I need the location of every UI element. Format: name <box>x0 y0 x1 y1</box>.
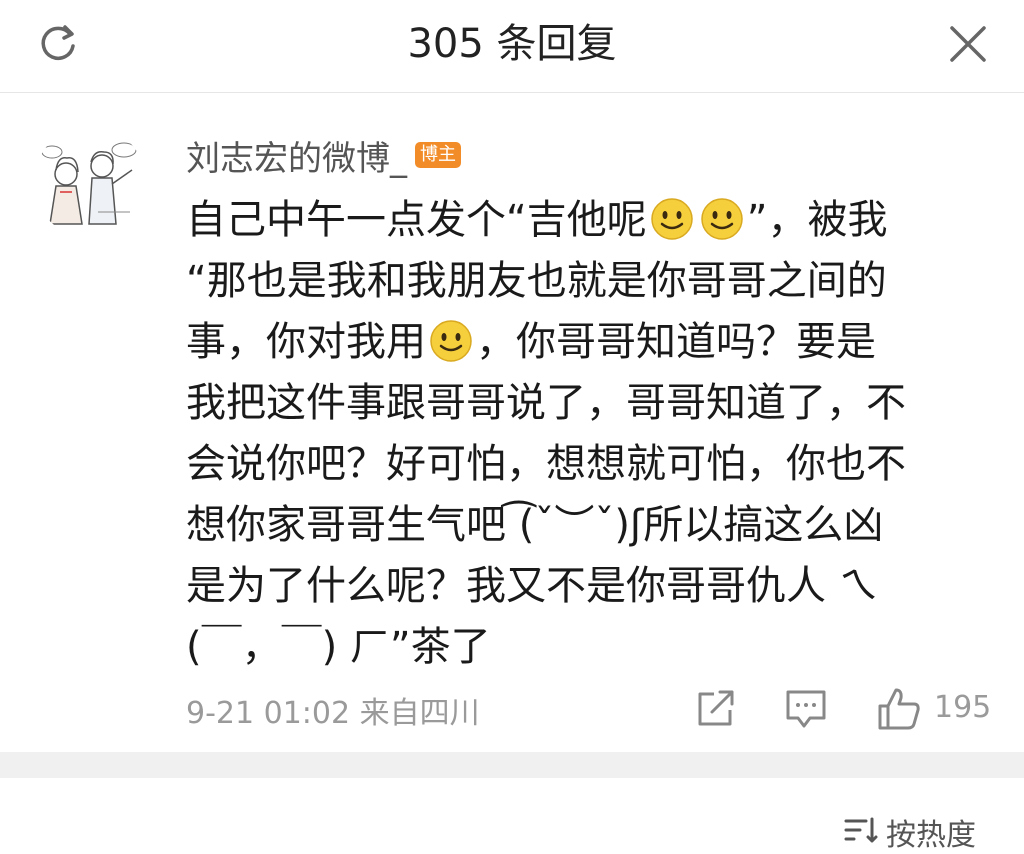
comment-text-segment: 会说你吧？好可怕，想想就可怕，你也不 <box>186 441 906 487</box>
page-title: 305 条回复 <box>407 21 617 67</box>
like-count: 195 <box>934 690 992 725</box>
comment-text-segment: ，你哥哥知道吗？要是 <box>476 319 876 365</box>
smile-emoji-icon <box>430 320 472 362</box>
comment-line: 是为了什么呢？我又不是你哥哥仇人 ㄟ <box>186 556 976 617</box>
sort-icon <box>844 815 878 849</box>
smile-emoji-icon <box>700 198 743 240</box>
timestamp-location: 9-21 01:02 来自四川 <box>186 696 480 731</box>
comment-line: 自己中午一点发个“吉他呢 ”，被我 <box>186 190 976 251</box>
avatar[interactable] <box>34 126 146 238</box>
comment-text-segment: 我把这件事跟哥哥说了，哥哥知道了，不 <box>186 380 906 426</box>
sort-label: 按热度 <box>886 818 976 853</box>
comment-text-segment: ”，被我 <box>746 197 888 243</box>
section-divider <box>0 752 1024 778</box>
close-icon[interactable] <box>946 22 990 66</box>
comment-text-segment: (￣，￣) ㄏ”茶了 <box>186 624 491 670</box>
author-badge: 博主 <box>415 142 461 168</box>
comment-text-segment: 自己中午一点发个“吉他呢 <box>186 197 647 243</box>
comment-line: 想你家哥哥生气吧 ͡(ˇ︶ˇ)ʃ所以搞这么凶 <box>186 495 976 556</box>
comment-line: 会说你吧？好可怕，想想就可怕，你也不 <box>186 434 976 495</box>
comment-text-segment: 想你家哥哥生气吧 ͡(ˇ︶ˇ)ʃ所以搞这么凶 <box>186 502 884 548</box>
smile-emoji-icon <box>650 198 693 240</box>
share-icon[interactable] <box>694 684 738 734</box>
comment-line: 我把这件事跟哥哥说了，哥哥知道了，不 <box>186 373 976 434</box>
header-bar: 305 条回复 <box>0 0 1024 93</box>
action-bar: 195 <box>690 684 992 734</box>
comment-line: 事，你对我用 ，你哥哥知道吗？要是 <box>186 312 976 373</box>
comment-card: 刘志宏的微博_ 博主 自己中午一点发个“吉他呢 ”，被我 “那也是我和我朋友也就是你… <box>0 100 1024 750</box>
comment-line: (￣，￣) ㄏ”茶了 <box>186 617 976 678</box>
comment-icon[interactable] <box>784 684 828 734</box>
comment-text-segment: “那也是我和我朋友也就是你哥哥之间的 <box>186 258 887 304</box>
username-row: 刘志宏的微博_ 博主 <box>186 130 461 180</box>
comment-text-segment: 事，你对我用 <box>186 319 426 365</box>
comment-text-segment: 是为了什么呢？我又不是你哥哥仇人 ㄟ <box>186 563 879 609</box>
comment-text: 自己中午一点发个“吉他呢 ”，被我 “那也是我和我朋友也就是你哥哥之间的 事，你对我用… <box>186 190 976 678</box>
comment-line: “那也是我和我朋友也就是你哥哥之间的 <box>186 251 976 312</box>
username[interactable]: 刘志宏的微博_ <box>186 131 407 180</box>
meta-row: 9-21 01:02 来自四川 <box>186 688 480 732</box>
thumbs-up-icon[interactable] <box>876 684 922 734</box>
sort-button[interactable]: 按热度 <box>844 812 976 853</box>
